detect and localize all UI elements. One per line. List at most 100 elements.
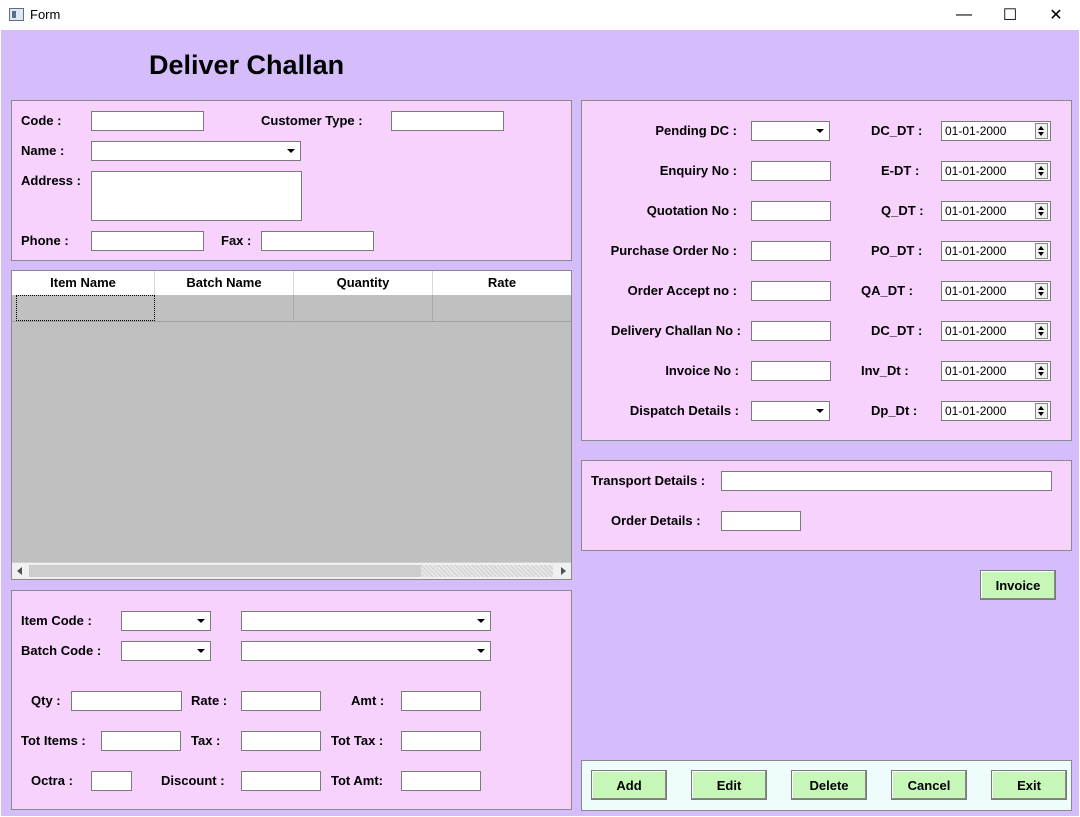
inv-dt-datepicker[interactable]: 01-01-2000 — [941, 361, 1051, 381]
tot-tax-label: Tot Tax : — [331, 733, 384, 748]
table-row[interactable] — [12, 295, 571, 322]
e-dt-value: 01-01-2000 — [945, 164, 1007, 178]
column-header-batch-name[interactable]: Batch Name — [155, 271, 294, 295]
dp-dt-label: Dp_Dt : — [871, 403, 918, 418]
tax-input[interactable] — [241, 731, 321, 751]
close-button[interactable]: ✕ — [1033, 0, 1079, 30]
po-dt-datepicker[interactable]: 01-01-2000 — [941, 241, 1051, 261]
dc-dt2-value: 01-01-2000 — [945, 324, 1007, 338]
enquiry-no-input[interactable] — [751, 161, 831, 181]
chevron-down-icon — [474, 615, 488, 627]
table-cell[interactable] — [16, 295, 155, 321]
purchase-order-input[interactable] — [751, 241, 831, 261]
phone-input[interactable] — [91, 231, 204, 251]
q-dt-value: 01-01-2000 — [945, 204, 1007, 218]
invoice-no-input[interactable] — [751, 361, 831, 381]
qa-dt-value: 01-01-2000 — [945, 284, 1007, 298]
spin-icon[interactable] — [1035, 403, 1048, 419]
delete-button[interactable]: Delete — [791, 770, 867, 800]
order-details-label: Order Details : — [611, 513, 701, 528]
dispatch-details-dropdown[interactable] — [751, 401, 830, 421]
transport-panel: Transport Details : Order Details : — [581, 460, 1072, 551]
rate-input[interactable] — [241, 691, 321, 711]
spin-icon[interactable] — [1035, 203, 1048, 219]
order-details-input[interactable] — [721, 511, 801, 531]
scroll-right-icon[interactable] — [561, 567, 566, 575]
page-title: Deliver Challan — [149, 50, 345, 80]
spin-icon[interactable] — [1035, 243, 1048, 259]
octra-input[interactable] — [91, 771, 132, 791]
order-accept-input[interactable] — [751, 281, 831, 301]
grid-header: Item Name Batch Name Quantity Rate — [12, 271, 571, 295]
column-header-item-name[interactable]: Item Name — [12, 271, 155, 295]
tot-amt-label: Tot Amt: — [331, 773, 383, 788]
customer-type-label: Customer Type : — [261, 113, 363, 128]
inv-dt-label: Inv_Dt : — [861, 363, 909, 378]
horizontal-scrollbar[interactable] — [12, 562, 571, 579]
column-header-quantity[interactable]: Quantity — [294, 271, 433, 295]
spin-icon[interactable] — [1035, 283, 1048, 299]
document-dates-panel: Pending DC : DC_DT : 01-01-2000 Enquiry … — [581, 100, 1072, 441]
quotation-no-input[interactable] — [751, 201, 831, 221]
delivery-challan-input[interactable] — [751, 321, 831, 341]
q-dt-datepicker[interactable]: 01-01-2000 — [941, 201, 1051, 221]
scrollbar-track[interactable] — [421, 565, 553, 577]
column-header-rate[interactable]: Rate — [433, 271, 571, 295]
cancel-button[interactable]: Cancel — [891, 770, 967, 800]
dp-dt-value: 01-01-2000 — [945, 404, 1007, 418]
transport-details-input[interactable] — [721, 471, 1052, 491]
enquiry-no-label: Enquiry No : — [659, 163, 737, 178]
code-input[interactable] — [91, 111, 204, 131]
maximize-button[interactable]: ☐ — [987, 0, 1033, 30]
tot-amt-input[interactable] — [401, 771, 481, 791]
fax-input[interactable] — [261, 231, 374, 251]
dp-dt-datepicker[interactable]: 01-01-2000 — [941, 401, 1051, 421]
dispatch-details-label: Dispatch Details : — [629, 403, 739, 418]
chevron-down-icon — [284, 145, 298, 157]
table-cell[interactable] — [294, 295, 433, 321]
dc-dt2-datepicker[interactable]: 01-01-2000 — [941, 321, 1051, 341]
address-textarea[interactable] — [91, 171, 302, 221]
e-dt-datepicker[interactable]: 01-01-2000 — [941, 161, 1051, 181]
scrollbar-thumb[interactable] — [29, 565, 421, 577]
pending-dc-dropdown[interactable] — [751, 121, 830, 141]
chevron-down-icon — [813, 125, 827, 137]
code-label: Code : — [21, 113, 62, 128]
batch-name-dropdown[interactable] — [241, 641, 491, 661]
batch-code-dropdown[interactable] — [121, 641, 211, 661]
amt-label: Amt : — [351, 693, 385, 708]
item-name-dropdown[interactable] — [241, 611, 491, 631]
spin-icon[interactable] — [1035, 323, 1048, 339]
spin-icon[interactable] — [1035, 123, 1048, 139]
tot-items-input[interactable] — [101, 731, 181, 751]
add-button[interactable]: Add — [591, 770, 667, 800]
qty-input[interactable] — [71, 691, 182, 711]
dc-dt-label: DC_DT : — [871, 123, 923, 138]
invoice-no-label: Invoice No : — [665, 363, 739, 378]
item-code-label: Item Code : — [21, 613, 92, 628]
items-grid[interactable]: Item Name Batch Name Quantity Rate — [11, 270, 572, 580]
tax-label: Tax : — [191, 733, 221, 748]
discount-input[interactable] — [241, 771, 321, 791]
edit-button[interactable]: Edit — [691, 770, 767, 800]
item-code-dropdown[interactable] — [121, 611, 211, 631]
spin-icon[interactable] — [1035, 163, 1048, 179]
qty-label: Qty : — [31, 693, 61, 708]
customer-panel: Code : Customer Type : Name : Address : … — [11, 100, 572, 261]
dc-dt-datepicker[interactable]: 01-01-2000 — [941, 121, 1051, 141]
invoice-button[interactable]: Invoice — [980, 570, 1056, 600]
chevron-down-icon — [813, 405, 827, 417]
table-cell[interactable] — [433, 295, 571, 321]
e-dt-label: E-DT : — [881, 163, 920, 178]
exit-button[interactable]: Exit — [991, 770, 1067, 800]
tot-tax-input[interactable] — [401, 731, 481, 751]
spin-icon[interactable] — [1035, 363, 1048, 379]
table-cell[interactable] — [155, 295, 294, 321]
amt-input[interactable] — [401, 691, 481, 711]
chevron-down-icon — [194, 645, 208, 657]
qa-dt-datepicker[interactable]: 01-01-2000 — [941, 281, 1051, 301]
customer-type-input[interactable] — [391, 111, 504, 131]
minimize-button[interactable]: — — [941, 0, 987, 30]
name-dropdown[interactable] — [91, 141, 301, 161]
scroll-left-icon[interactable] — [17, 567, 22, 575]
